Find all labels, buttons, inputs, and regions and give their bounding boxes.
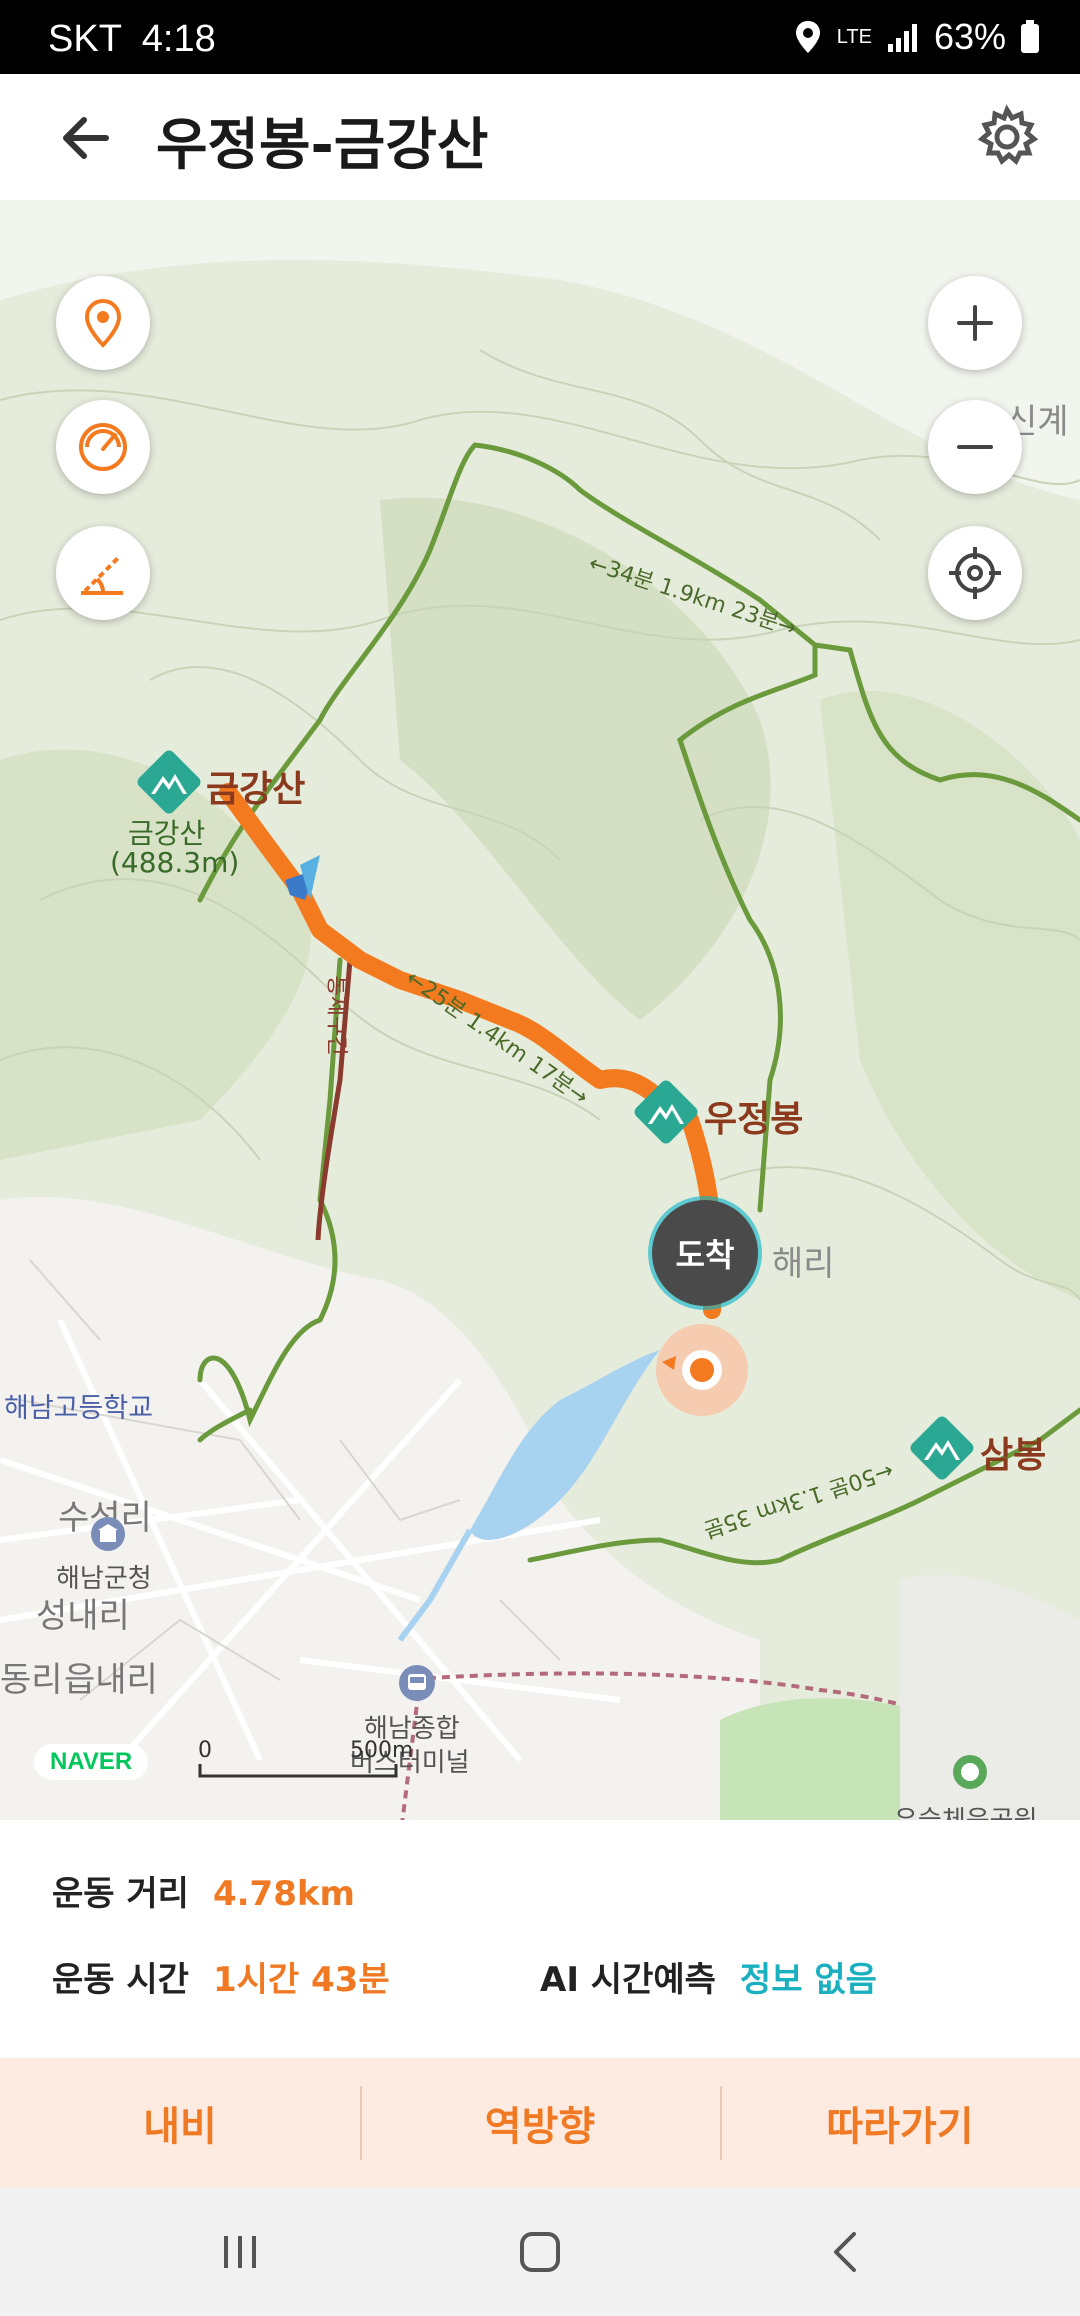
place-label-haeri: 해리	[772, 1244, 835, 1284]
place-label-school: 해남고등학교	[4, 1393, 154, 1424]
map-scale: 0 500m	[198, 1738, 413, 1780]
peak-label-geumgangsan: 금강산	[206, 769, 306, 810]
slope-icon	[81, 555, 123, 595]
app-header: 우정봉-금강산	[0, 74, 1080, 201]
distance-row: 운동 거리 4.78km	[52, 1866, 355, 1915]
location-icon	[795, 21, 820, 53]
arrow-left-icon	[63, 117, 109, 159]
peak-label-ujeongbong: 우정봉	[704, 1099, 804, 1140]
zoom-in-button[interactable]	[928, 276, 1022, 370]
zoom-out-button[interactable]	[928, 400, 1022, 494]
gauge-icon	[79, 423, 127, 471]
settings-button[interactable]	[974, 104, 1040, 170]
battery-percent: 63%	[933, 16, 1006, 57]
back-button[interactable]	[56, 108, 120, 168]
ai-value: 정보 없음	[739, 1960, 877, 2000]
place-label-dongri: 동리	[0, 1660, 63, 1700]
current-location-marker	[654, 1322, 750, 1422]
system-back-button[interactable]	[806, 2222, 886, 2282]
status-bar: SKT 4:18 LTE 63%	[0, 0, 1080, 74]
signal-icon	[887, 24, 917, 52]
map-base	[0, 200, 1080, 1820]
battery-icon	[1021, 20, 1039, 53]
county-office-icon	[90, 1516, 126, 1556]
bus-terminal-icon	[398, 1664, 436, 1706]
peak-label-sambong: 삼봉	[980, 1435, 1047, 1476]
location-pin-button[interactable]	[56, 276, 150, 370]
recent-apps-button[interactable]	[200, 2222, 280, 2282]
distance-value: 4.78km	[212, 1874, 355, 1914]
home-button[interactable]	[500, 2222, 580, 2282]
time-label: 운동 시간	[52, 1960, 189, 2000]
location-pin-icon	[84, 298, 122, 348]
carrier-time: SKT 4:18	[48, 18, 216, 61]
scale-value: 500m	[350, 1738, 414, 1763]
lte-icon: LTE	[836, 25, 872, 48]
zoom-out-icon	[957, 445, 993, 449]
park-icon	[952, 1754, 988, 1794]
peak-marker-sambong[interactable]	[908, 1414, 976, 1486]
scale-zero: 0	[198, 1738, 212, 1763]
gauge-button[interactable]	[56, 400, 150, 494]
time-row: 운동 시간 1시간 43분	[52, 1952, 390, 2001]
action-bar: 내비 역방향 따라가기	[0, 2058, 1080, 2188]
ai-label: AI 시간예측	[540, 1960, 716, 2000]
ai-row: AI 시간예측 정보 없음	[540, 1952, 877, 2001]
peak-height-label: (488.3m)	[110, 846, 240, 879]
place-label-park: 우슬체육공원	[894, 1800, 1038, 1820]
distance-label: 운동 거리	[52, 1874, 189, 1914]
navigate-button[interactable]: 내비	[0, 2058, 360, 2188]
mountain-icon	[910, 1416, 974, 1480]
reverse-button[interactable]: 역방향	[360, 2058, 720, 2188]
recent-apps-icon	[224, 2236, 256, 2268]
gps-button[interactable]	[928, 526, 1022, 620]
route-info-panel: 운동 거리 4.78km 운동 시간 1시간 43분 AI 시간예측 정보 없음	[0, 1822, 1080, 2056]
page-title: 우정봉-금강산	[156, 113, 489, 178]
place-label-ipnaeri: 읍내리	[64, 1660, 158, 1700]
place-label-seongnaeri: 성내리	[36, 1596, 130, 1636]
system-nav-bar	[0, 2188, 1080, 2316]
mountain-icon	[137, 750, 201, 814]
back-icon	[834, 2232, 856, 2272]
clock: 4:18	[141, 18, 216, 60]
naver-logo: NAVER	[34, 1744, 149, 1780]
home-icon	[520, 2232, 560, 2272]
map-view[interactable]: ←34분 1.9km 23분→ ←25분 1.4km 17분→ ←50분 1.3…	[0, 200, 1080, 1820]
peak-marker-ujeongbong[interactable]	[632, 1078, 700, 1150]
status-icons: LTE 63%	[793, 16, 1040, 58]
slope-button[interactable]	[56, 526, 150, 620]
gear-icon	[977, 104, 1039, 165]
peak-marker-geumgangsan[interactable]	[135, 748, 203, 820]
arrival-marker[interactable]: 도착	[652, 1200, 758, 1306]
gps-crosshair-icon	[949, 547, 1001, 599]
time-value: 1시간 43분	[212, 1960, 390, 2000]
carrier: SKT	[48, 18, 122, 60]
follow-button[interactable]: 따라가기	[720, 2058, 1080, 2188]
mountain-icon	[634, 1080, 698, 1144]
zoom-in-icon	[957, 305, 993, 341]
restricted-label: 통제구간	[323, 975, 349, 1057]
